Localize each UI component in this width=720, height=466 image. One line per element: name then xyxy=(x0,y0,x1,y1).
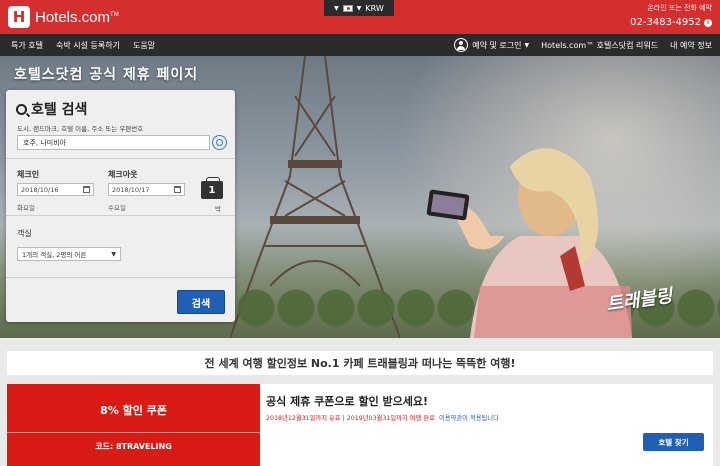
panel-title: 호텔 검색 xyxy=(31,102,88,118)
checkin-day: 화요일 xyxy=(17,204,35,212)
checkout-day: 수요일 xyxy=(108,204,126,212)
hotels-logo-icon: H xyxy=(8,6,30,28)
nav-deals[interactable]: 특가 호텔 xyxy=(11,40,43,51)
nav-my-bookings[interactable]: 내 예약 정보 xyxy=(670,40,712,51)
info-icon[interactable]: i xyxy=(704,18,712,27)
calendar-icon[interactable] xyxy=(174,186,181,193)
divider xyxy=(6,158,235,159)
search-button[interactable]: 검색 xyxy=(177,290,225,314)
locale-selector[interactable]: ▼ ▼ KRW xyxy=(324,0,394,16)
divider xyxy=(6,277,235,278)
coupon-badge: 8% 할인 쿠폰 코드: 8TRAVELING xyxy=(7,384,260,466)
hotel-search-panel: 호텔 검색 도시, 랜드마크, 호텔 이름, 주소 또는 우편번호 체크인 20… xyxy=(6,90,235,322)
nights-unit: 박 xyxy=(215,205,221,213)
coupon-code: 코드: 8TRAVELING xyxy=(95,442,172,451)
nav-help[interactable]: 도움말 xyxy=(133,40,155,51)
chevron-down-icon: ▼ xyxy=(334,4,339,12)
chevron-down-icon: ▼ xyxy=(111,250,116,258)
rooms-label: 객실 xyxy=(17,229,32,238)
hotels-logo[interactable]: H Hotels.comTM xyxy=(8,6,119,28)
nav-signin-label: 예약 및 로그인 xyxy=(472,40,522,50)
checkout-label: 체크아웃 xyxy=(108,170,138,179)
trademark-mark: TM xyxy=(110,11,119,18)
locate-me-button[interactable] xyxy=(212,135,227,150)
coupon-divider xyxy=(7,432,260,433)
locate-icon xyxy=(216,139,223,146)
main-nav: 특가 호텔 숙박 시설 등록하기 도움말 예약 및 로그인 ▼ Hotels.c… xyxy=(0,34,720,56)
search-icon xyxy=(16,103,27,115)
nights-count-icon: 1 xyxy=(201,177,223,199)
terms-link[interactable]: 이용약관이 적용됩니다 xyxy=(439,415,499,422)
checkin-value: 2018/10/16 xyxy=(21,185,59,194)
nav-signin[interactable]: 예약 및 로그인 ▼ xyxy=(454,38,529,52)
coupon-card: 8% 할인 쿠폰 코드: 8TRAVELING 공식 제휴 쿠폰으로 할인 받으… xyxy=(7,384,713,466)
chevron-down-icon: ▼ xyxy=(524,41,530,49)
checkin-input[interactable]: 2018/10/16 xyxy=(17,183,94,196)
coupon-discount: 8% 할인 쿠폰 xyxy=(100,404,167,417)
contact-info: 온라인 또는 전화 예약 02-3483-4952 i xyxy=(630,3,712,28)
user-icon xyxy=(454,38,469,52)
checkout-value: 2018/10/17 xyxy=(112,185,150,194)
korea-flag-icon xyxy=(342,4,353,12)
contact-label: 온라인 또는 전화 예약 xyxy=(647,4,712,12)
rooms-value: 1개의 객실, 2명의 어른 xyxy=(22,251,87,259)
tagline-banner: 전 세계 여행 할인정보 No.1 카페 트래블링과 떠나는 뜩뜩한 여행! xyxy=(7,351,713,375)
checkin-label: 체크인 xyxy=(17,170,40,179)
top-header: H Hotels.comTM ▼ ▼ KRW 온라인 또는 전화 예약 02-3… xyxy=(0,0,720,34)
chevron-down-icon: ▼ xyxy=(356,4,362,12)
divider xyxy=(6,215,235,216)
destination-input[interactable] xyxy=(17,135,210,150)
currency-label: KRW xyxy=(365,3,384,13)
hero-title: 호텔스닷컴 공식 제휴 페이지 xyxy=(14,67,199,83)
contact-phone[interactable]: 02-3483-4952 xyxy=(630,17,701,28)
destination-label: 도시, 랜드마크, 호텔 이름, 주소 또는 우편번호 xyxy=(17,125,144,133)
find-hotels-button[interactable]: 호텔 찾기 xyxy=(643,433,704,451)
nav-rewards[interactable]: Hotels.com™ 호텔스닷컴 리워드 xyxy=(541,40,658,51)
checkout-input[interactable]: 2018/10/17 xyxy=(108,183,185,196)
rooms-select[interactable]: 1개의 객실, 2명의 어른 ▼ xyxy=(17,247,121,261)
coupon-headline: 공식 제휴 쿠폰으로 할인 받으세요! xyxy=(266,395,429,408)
nav-list-property[interactable]: 숙박 시설 등록하기 xyxy=(56,40,120,51)
brand-name: Hotels.com xyxy=(35,8,111,26)
calendar-icon[interactable] xyxy=(83,186,90,193)
coupon-terms: 2018년12월31일까지 유효 | 2019년03월31일까지 여행 완료 xyxy=(266,415,435,422)
